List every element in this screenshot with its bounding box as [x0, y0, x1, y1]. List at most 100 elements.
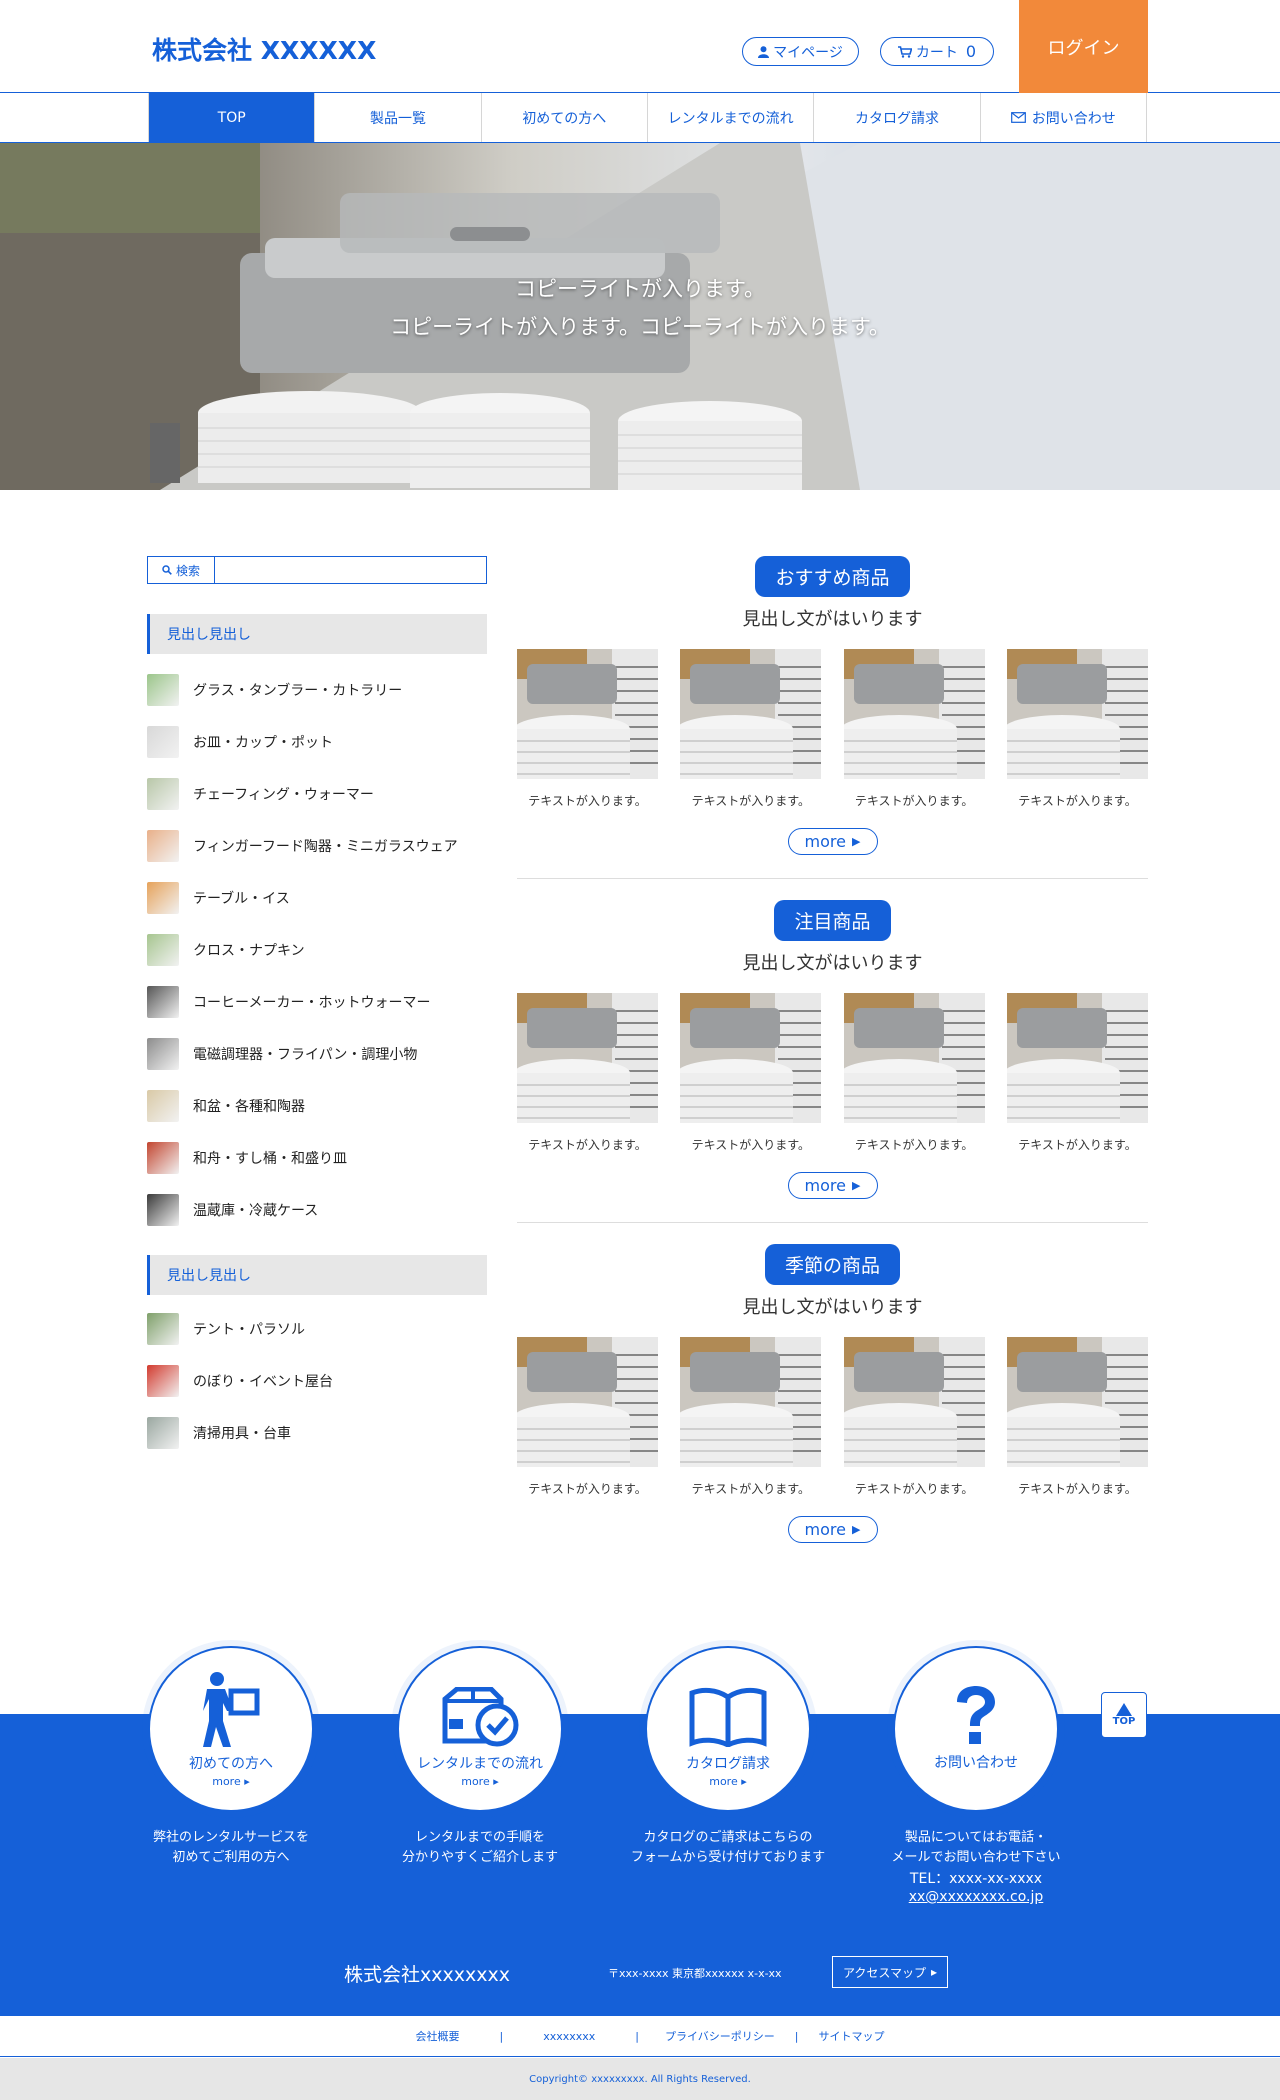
- product-caption: テキストが入ります。: [1018, 794, 1137, 808]
- category-label: チェーフィング・ウォーマー: [193, 787, 374, 803]
- nav-first-time[interactable]: 初めての方へ: [482, 93, 648, 142]
- product-card[interactable]: テキストが入ります。: [843, 993, 985, 1153]
- footer-card-desc: 製品についてはお電話・ メールでお問い合わせ下さい TEL：xxxx-xx-xxx…: [871, 1828, 1081, 1906]
- footer-card-first-time[interactable]: 初めての方へ more ▸: [148, 1646, 314, 1812]
- section-title: おすすめ商品: [755, 556, 910, 597]
- more-button[interactable]: more ▶: [787, 828, 878, 855]
- footer-card-desc: レンタルまでの手順を 分かりやすくご紹介します: [401, 1830, 558, 1865]
- copyright: Copyright© xxxxxxxxx. All Rights Reserve…: [0, 2058, 1280, 2100]
- login-button[interactable]: ログイン: [1019, 0, 1148, 93]
- nav-contact-label: お問い合わせ: [1031, 110, 1116, 127]
- product-card[interactable]: テキストが入ります。: [1006, 993, 1148, 1153]
- footer-card-title: お問い合わせ: [934, 1755, 1018, 1771]
- sidebar-category-item[interactable]: フィンガーフード陶器・ミニガラスウェア: [147, 820, 487, 872]
- category-thumbnail: [147, 726, 179, 758]
- product-card[interactable]: テキストが入ります。: [1006, 649, 1148, 809]
- sidebar-category-item[interactable]: テント・パラソル: [147, 1303, 487, 1355]
- sidebar-category-item[interactable]: 電磁調理器・フライパン・調理小物: [147, 1028, 487, 1080]
- user-icon: [758, 45, 770, 58]
- sidebar-category-item[interactable]: チェーフィング・ウォーマー: [147, 768, 487, 820]
- mail-icon: [1010, 112, 1026, 123]
- product-card[interactable]: テキストが入ります。: [680, 649, 822, 809]
- sidebar-category-item[interactable]: 温蔵庫・冷蔵ケース: [147, 1184, 487, 1236]
- more-button[interactable]: more ▶: [787, 1516, 878, 1543]
- back-to-top-button[interactable]: TOP: [1101, 1692, 1147, 1738]
- footer-link-privacy[interactable]: プライバシーポリシー: [639, 2028, 795, 2044]
- product-card[interactable]: テキストが入ります。: [517, 993, 658, 1153]
- footer-card-title: カタログ請求: [686, 1756, 770, 1772]
- product-image: [517, 1337, 658, 1467]
- more-label: more: [804, 1520, 846, 1539]
- box-check-icon: [442, 1687, 519, 1747]
- nav-catalog[interactable]: カタログ請求: [814, 93, 981, 142]
- nav-products[interactable]: 製品一覧: [315, 93, 482, 142]
- footer-link-sitemap[interactable]: サイトマップ: [799, 2028, 905, 2044]
- product-image: [517, 649, 658, 779]
- section-subtitle: 見出し文がはいります: [742, 953, 923, 974]
- more-label: more: [804, 832, 846, 851]
- footer-card-catalog[interactable]: カタログ請求 more ▸: [645, 1646, 811, 1812]
- nav-rental-flow[interactable]: レンタルまでの流れ: [648, 93, 815, 142]
- cart-icon: [897, 45, 912, 58]
- section-title: 注目商品: [774, 900, 891, 941]
- sidebar-category-item[interactable]: 清掃用具・台車: [147, 1407, 487, 1459]
- category-label: のぼり・イベント屋台: [193, 1374, 333, 1390]
- cart-button[interactable]: カート 0: [880, 37, 994, 66]
- search-icon: [162, 565, 172, 575]
- footer-card-more: more ▸: [461, 1775, 499, 1788]
- category-thumbnail: [147, 778, 179, 810]
- delivery-person-icon: [203, 1672, 260, 1747]
- footer-link-company[interactable]: 会社概要: [375, 2028, 499, 2044]
- company-logo[interactable]: 株式会社 XXXXXX: [152, 31, 376, 67]
- product-caption: テキストが入ります。: [528, 794, 647, 808]
- category-thumbnail: [147, 1417, 179, 1449]
- sidebar-category-item[interactable]: テーブル・イス: [147, 872, 487, 924]
- footer-card-rental-flow[interactable]: レンタルまでの流れ more ▸: [397, 1646, 563, 1812]
- access-map-button[interactable]: アクセスマップ ▸: [832, 1956, 948, 1988]
- product-caption: テキストが入ります。: [691, 794, 811, 808]
- section-divider: [517, 1222, 1148, 1223]
- nav-contact[interactable]: お問い合わせ: [981, 93, 1146, 142]
- book-icon: [689, 1687, 767, 1747]
- product-caption: テキストが入ります。: [1018, 1138, 1137, 1152]
- product-card[interactable]: テキストが入ります。: [1006, 1337, 1148, 1497]
- product-card[interactable]: テキストが入ります。: [517, 1337, 658, 1497]
- play-arrow-icon: ▶: [851, 835, 861, 848]
- category-thumbnail: [147, 986, 179, 1018]
- sidebar-category-item[interactable]: 和盆・各種和陶器: [147, 1080, 487, 1132]
- footer-card-title: レンタルまでの流れ: [417, 1756, 543, 1772]
- footer-card-desc: カタログのご請求はこちらの フォームから受け付けております: [630, 1830, 826, 1865]
- sidebar-category-item[interactable]: 和舟・すし桶・和盛り皿: [147, 1132, 487, 1184]
- category-thumbnail: [147, 1090, 179, 1122]
- access-map-label: アクセスマップ: [842, 1965, 926, 1980]
- product-image: [680, 1337, 822, 1467]
- product-card[interactable]: テキストが入ります。: [843, 649, 985, 809]
- footer-tel: TEL：xxxx-xx-xxxx: [909, 1871, 1043, 1887]
- product-caption: テキストが入ります。: [854, 1482, 974, 1496]
- sidebar-category-item[interactable]: クロス・ナプキン: [147, 924, 487, 976]
- mypage-button[interactable]: マイページ: [742, 37, 859, 66]
- sidebar-category-item[interactable]: のぼり・イベント屋台: [147, 1355, 487, 1407]
- footer-links: 会社概要 | xxxxxxxx | プライバシーポリシー | サイトマップ: [0, 2016, 1280, 2057]
- category-thumbnail: [147, 934, 179, 966]
- category-label: 和舟・すし桶・和盛り皿: [193, 1151, 347, 1167]
- product-image: [680, 993, 822, 1123]
- footer-card-contact[interactable]: お問い合わせ: [893, 1646, 1059, 1812]
- footer-mail-link[interactable]: xx@xxxxxxxx.co.jp: [871, 1888, 1081, 1906]
- product-card[interactable]: テキストが入ります。: [843, 1337, 985, 1497]
- nav-top[interactable]: TOP: [149, 93, 316, 142]
- footer-company-name: 株式会社xxxxxxxx: [344, 1964, 510, 1986]
- product-card[interactable]: テキストが入ります。: [517, 649, 658, 809]
- product-card[interactable]: テキストが入ります。: [680, 993, 822, 1153]
- sidebar-category-item[interactable]: お皿・カップ・ポット: [147, 716, 487, 768]
- search-button[interactable]: 検索: [148, 557, 215, 583]
- sidebar-heading-2: 見出し見出し: [147, 1255, 487, 1295]
- footer-link-2[interactable]: xxxxxxxx: [503, 2030, 635, 2043]
- category-label: お皿・カップ・ポット: [193, 735, 333, 751]
- category-label: テント・パラソル: [193, 1322, 305, 1338]
- sidebar-category-item[interactable]: グラス・タンブラー・カトラリー: [147, 664, 487, 716]
- sidebar-category-item[interactable]: コーヒーメーカー・ホットウォーマー: [147, 976, 487, 1028]
- more-button[interactable]: more ▶: [787, 1172, 878, 1199]
- search-input[interactable]: [215, 557, 486, 583]
- product-card[interactable]: テキストが入ります。: [680, 1337, 822, 1497]
